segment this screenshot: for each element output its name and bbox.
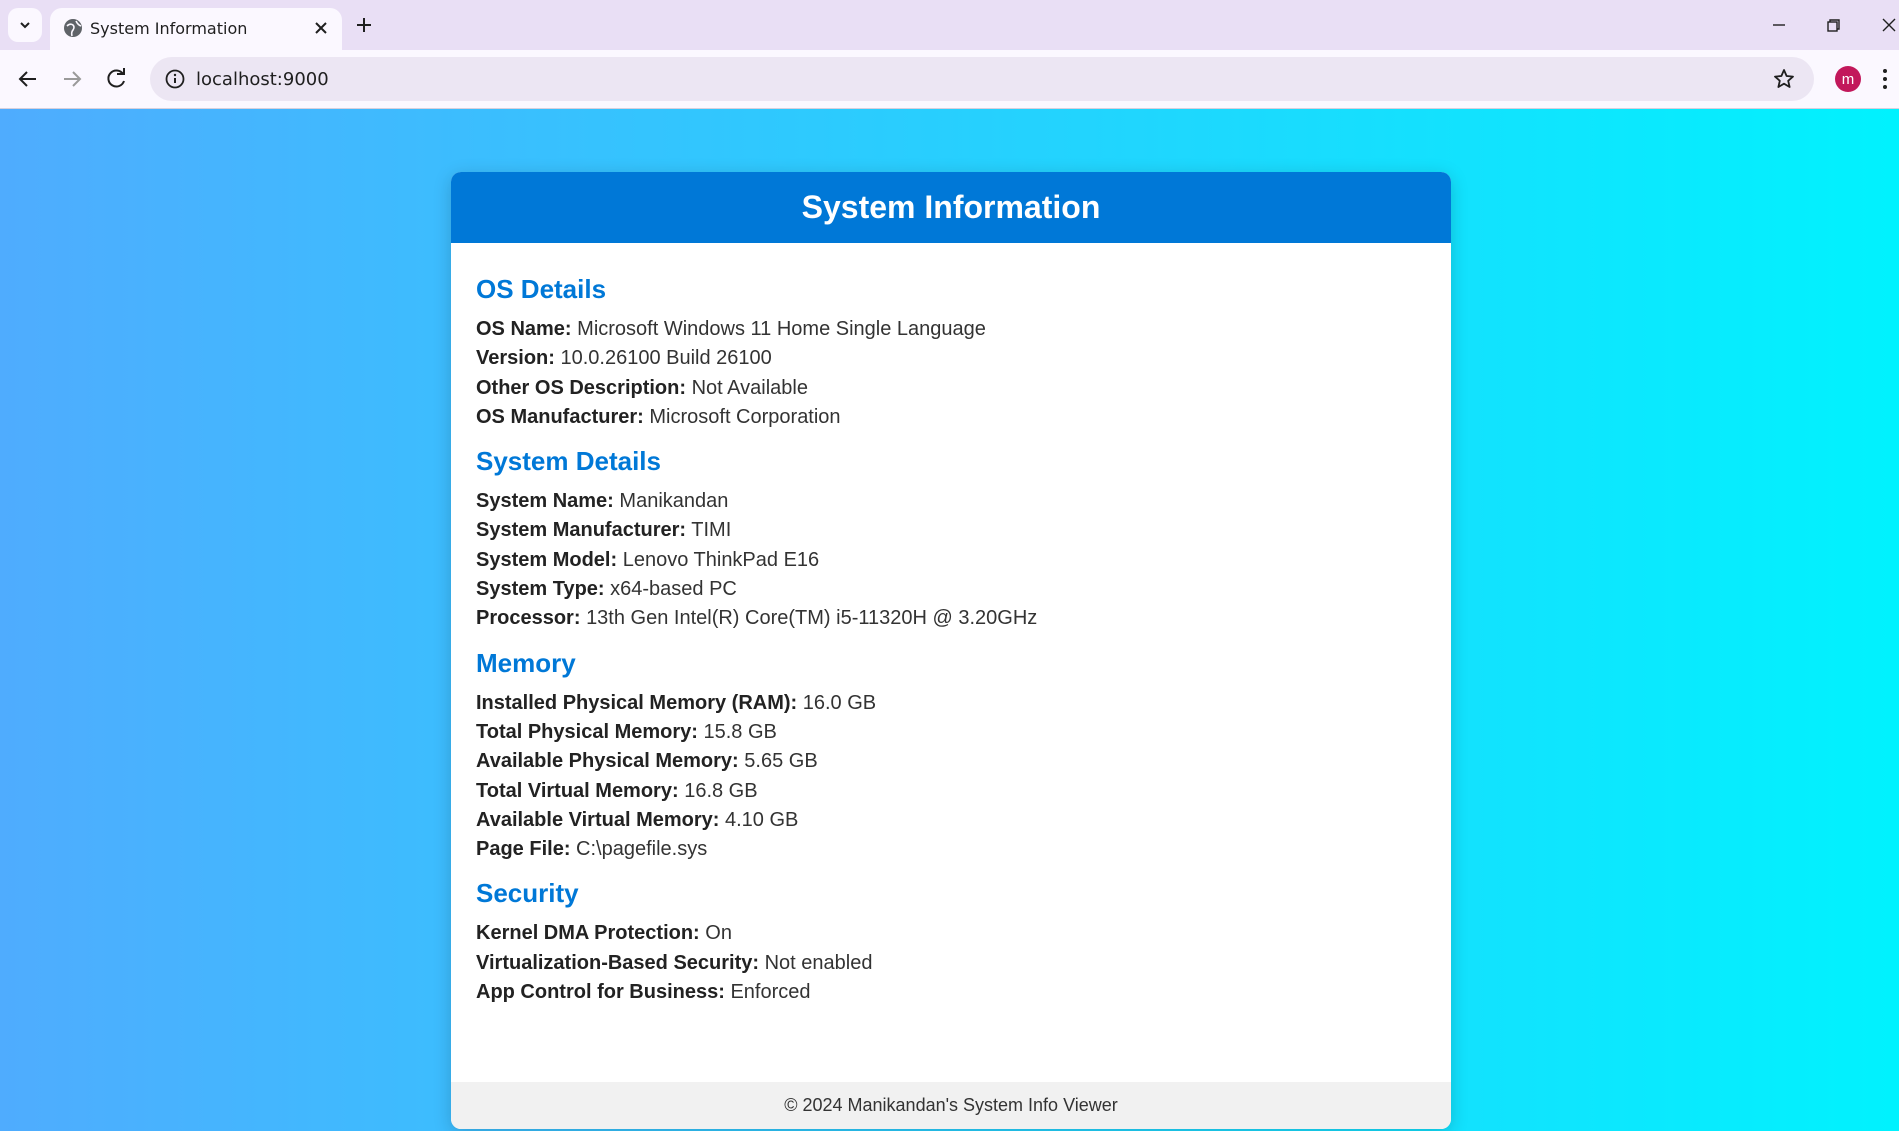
info-label: System Manufacturer:	[476, 519, 687, 542]
info-label: App Control for Business:	[476, 981, 725, 1004]
info-value: 10.0.26100 Build 26100	[560, 347, 772, 370]
forward-arrow-icon[interactable]	[58, 65, 86, 93]
reload-icon[interactable]	[103, 65, 131, 93]
minimize-icon[interactable]	[1766, 12, 1792, 38]
info-value: Microsoft Windows 11 Home Single Languag…	[577, 318, 986, 340]
bookmark-star-icon[interactable]	[1772, 67, 1796, 91]
info-row: OS Manufacturer: Microsoft Corporation	[476, 403, 1426, 432]
info-row: Available Physical Memory: 5.65 GB	[476, 747, 1426, 776]
new-tab-plus-icon[interactable]	[352, 13, 376, 37]
section-system-details: System Details System Name: Manikandan S…	[476, 445, 1426, 633]
page-title: System Information	[801, 189, 1101, 225]
section-heading: Memory	[476, 647, 576, 678]
info-value: Not Available	[691, 376, 808, 399]
info-row: Installed Physical Memory (RAM): 16.0 GB	[476, 689, 1426, 718]
info-row: Total Virtual Memory: 16.8 GB	[476, 777, 1426, 806]
info-label: Available Virtual Memory:	[476, 808, 720, 831]
globe-icon	[64, 19, 82, 37]
info-label: System Type:	[476, 578, 605, 601]
section-heading: OS Details	[476, 274, 607, 304]
info-value: x64-based PC	[610, 578, 737, 601]
avatar-letter: m	[1841, 70, 1855, 88]
card-header: System Information	[451, 172, 1451, 243]
url-text[interactable]: localhost:9000	[196, 69, 329, 90]
info-label: Processor:	[476, 607, 581, 630]
info-label: Version:	[476, 347, 555, 370]
info-value: 16.8 GB	[684, 779, 758, 802]
tab-title: System Information	[90, 19, 248, 38]
info-row: App Control for Business: Enforced	[476, 978, 1426, 1007]
info-label: OS Manufacturer:	[476, 405, 644, 428]
info-label: Total Virtual Memory:	[476, 779, 679, 802]
info-row: System Manufacturer: TIMI	[476, 516, 1426, 545]
more-menu-icon[interactable]	[1880, 65, 1890, 93]
info-value: On	[705, 922, 732, 945]
info-value: 16.0 GB	[802, 691, 877, 714]
info-label: Available Physical Memory:	[476, 750, 739, 773]
info-value: Enforced	[730, 981, 811, 1004]
info-row: Other OS Description: Not Available	[476, 374, 1426, 403]
section-heading: Security	[476, 878, 579, 909]
info-value: Not enabled	[764, 951, 873, 974]
restore-icon[interactable]	[1820, 12, 1846, 38]
info-row: OS Name: Microsoft Windows 11 Home Singl…	[476, 315, 1426, 344]
info-row: Total Physical Memory: 15.8 GB	[476, 718, 1426, 747]
info-label: Other OS Description:	[476, 376, 687, 399]
browser-tab-strip: System Information	[0, 0, 1899, 50]
info-row: Available Virtual Memory: 4.10 GB	[476, 806, 1426, 835]
info-label: Kernel DMA Protection:	[476, 922, 700, 945]
info-label: System Name:	[476, 490, 614, 513]
info-value: Lenovo ThinkPad E16	[622, 548, 820, 571]
info-row: System Model: Lenovo ThinkPad E16	[476, 546, 1426, 575]
section-security: Security Kernel DMA Protection: On Virtu…	[476, 877, 1426, 1007]
system-info-card: System Information OS Details OS Name: M…	[451, 172, 1451, 1129]
info-row: Processor: 13th Gen Intel(R) Core(TM) i5…	[476, 604, 1426, 633]
info-label: OS Name:	[476, 318, 572, 340]
info-row: Page File: C:\pagefile.sys	[476, 835, 1426, 864]
info-label: Installed Physical Memory (RAM):	[476, 691, 798, 714]
window-close-icon[interactable]	[1876, 12, 1899, 38]
info-value: C:\pagefile.sys	[576, 838, 708, 861]
close-icon[interactable]	[312, 19, 330, 37]
back-arrow-icon[interactable]	[14, 65, 42, 93]
info-label: Page File:	[476, 838, 571, 861]
info-value: 5.65 GB	[744, 750, 818, 773]
info-row: System Type: x64-based PC	[476, 575, 1426, 604]
profile-avatar[interactable]: m	[1835, 66, 1861, 92]
card-body: OS Details OS Name: Microsoft Windows 11…	[451, 243, 1451, 1075]
info-row: Kernel DMA Protection: On	[476, 919, 1426, 948]
site-info-icon[interactable]	[164, 68, 186, 90]
info-value: Microsoft Corporation	[649, 405, 841, 428]
section-os-details: OS Details OS Name: Microsoft Windows 11…	[476, 273, 1426, 432]
address-bar[interactable]: localhost:9000	[150, 57, 1814, 101]
info-value: Manikandan	[619, 490, 729, 513]
info-label: Total Physical Memory:	[476, 720, 698, 743]
info-value: 15.8 GB	[703, 720, 777, 743]
footer-copyright: © 2024 Manikandan's System Info Viewer	[784, 1095, 1118, 1115]
section-heading: System Details	[476, 446, 661, 477]
info-label: System Model:	[476, 548, 618, 571]
chevron-down-icon	[20, 22, 30, 29]
info-value: 4.10 GB	[724, 808, 799, 831]
info-value: 13th Gen Intel(R) Core(TM) i5-11320H @ 3…	[586, 607, 1038, 630]
browser-tab[interactable]: System Information	[50, 8, 342, 50]
info-value: TIMI	[691, 519, 732, 542]
tab-search-button[interactable]	[8, 8, 42, 42]
page-viewport: System Information OS Details OS Name: M…	[0, 109, 1899, 1131]
browser-toolbar: localhost:9000 m	[0, 50, 1899, 109]
info-label: Virtualization-Based Security:	[476, 951, 760, 974]
info-row: Virtualization-Based Security: Not enabl…	[476, 949, 1426, 978]
section-memory: Memory Installed Physical Memory (RAM): …	[476, 647, 1426, 865]
info-row: Version: 10.0.26100 Build 26100	[476, 344, 1426, 373]
card-footer: © 2024 Manikandan's System Info Viewer	[451, 1082, 1451, 1129]
info-row: System Name: Manikandan	[476, 487, 1426, 516]
